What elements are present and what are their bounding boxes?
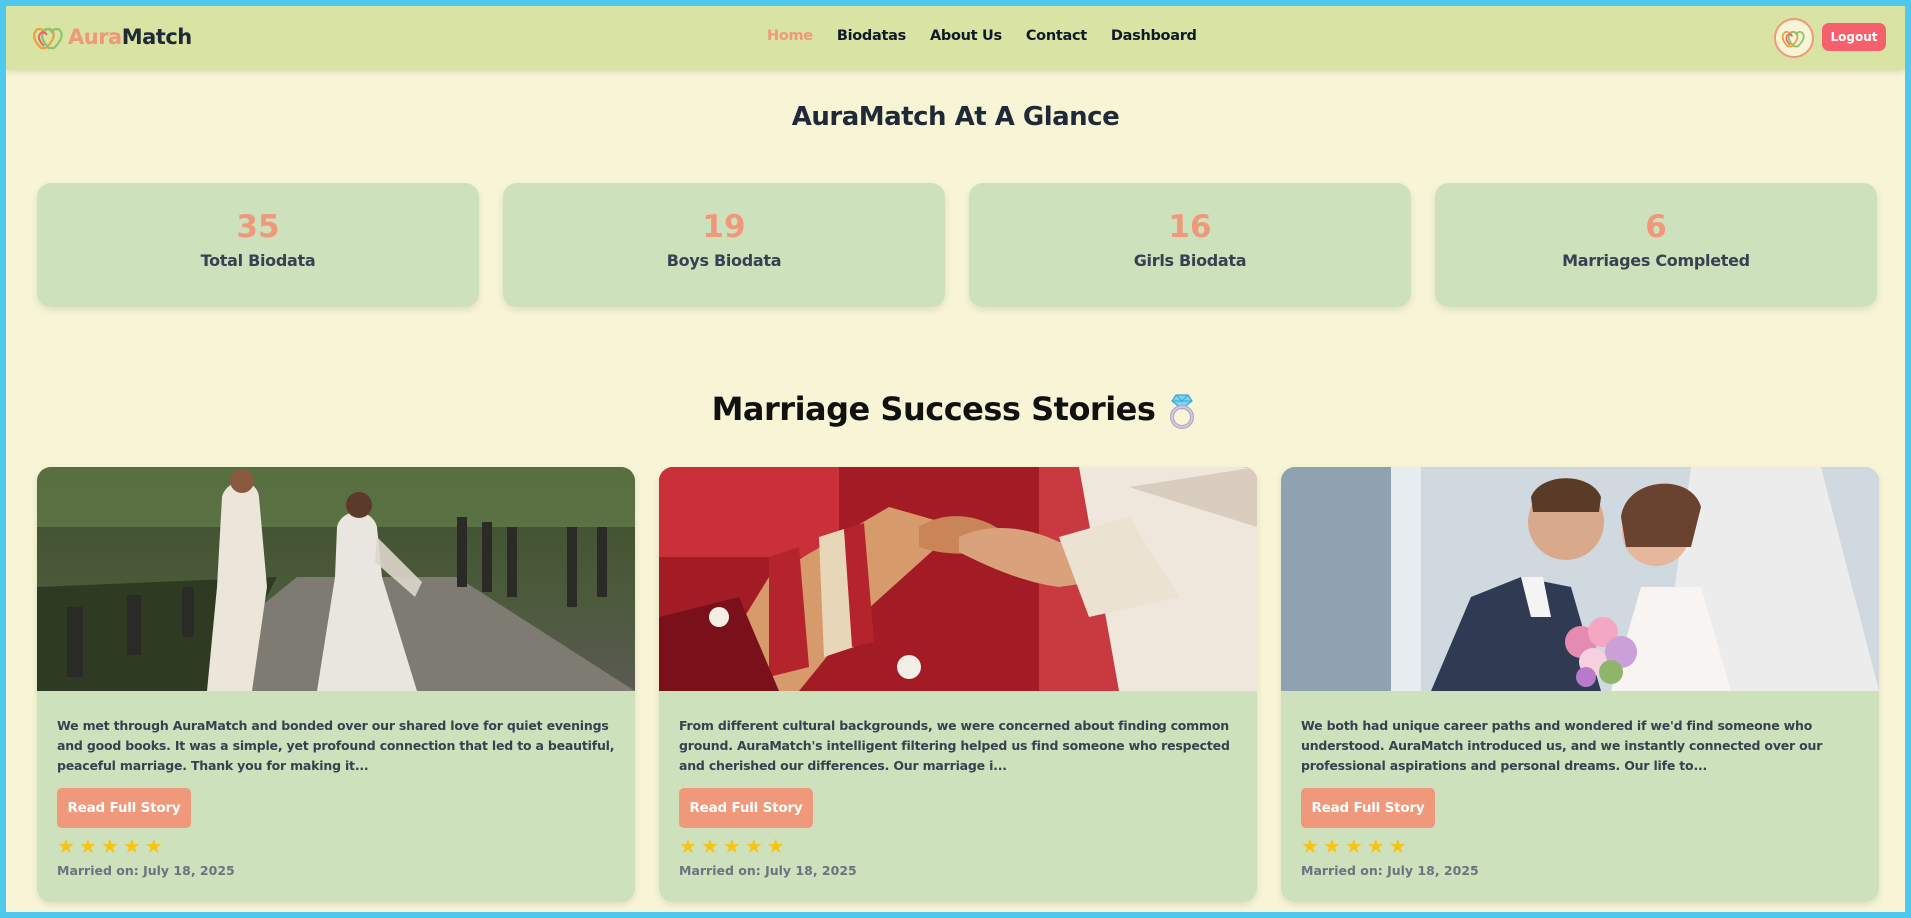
story-card: From different cultural backgrounds, we … [659, 467, 1257, 902]
star-icon: ★ [1344, 834, 1363, 858]
star-icon: ★ [122, 834, 141, 858]
star-icon: ★ [1301, 834, 1319, 858]
stat-label: Boys Biodata [666, 251, 782, 270]
stat-label: Total Biodata [200, 251, 316, 270]
glance-title: AuraMatch At A Glance [791, 102, 1120, 132]
story-card: We met through AuraMatch and bonded over… [37, 467, 635, 902]
brand-name: AuraMatch [68, 25, 192, 49]
stat-card-total: 35 Total Biodata [37, 183, 479, 307]
rating-stars: ★ ★ ★ ★ ★ [57, 836, 163, 856]
star-icon: ★ [57, 834, 75, 858]
stat-card-boys: 19 Boys Biodata [503, 183, 945, 307]
story-photo-wedding-hands [659, 467, 1257, 691]
star-icon: ★ [1366, 834, 1385, 858]
story-card: We both had unique career paths and wond… [1281, 467, 1879, 902]
stat-value: 35 [236, 209, 280, 245]
hearts-avatar-icon [1781, 30, 1805, 48]
stat-label: Girls Biodata [1133, 251, 1247, 270]
stat-label: Marriages Completed [1562, 251, 1750, 270]
brand-name-part1: Aura [68, 25, 122, 49]
hearts-logo-icon [33, 27, 63, 50]
stories-row: We met through AuraMatch and bonded over… [37, 467, 1879, 902]
nav-home[interactable]: Home [767, 28, 813, 44]
read-full-story-button[interactable]: Read Full Story [1301, 788, 1435, 828]
brand-logo[interactable]: AuraMatch [32, 22, 192, 52]
ring-icon [1170, 394, 1195, 429]
married-date: Married on: July 18, 2025 [1301, 863, 1479, 878]
star-icon: ★ [1388, 834, 1407, 858]
story-excerpt: We met through AuraMatch and bonded over… [57, 718, 615, 773]
story-photo-bride-groom [1281, 467, 1879, 691]
star-icon: ★ [744, 834, 763, 858]
married-date: Married on: July 18, 2025 [679, 863, 857, 878]
logout-button[interactable]: Logout [1822, 23, 1886, 51]
stat-value: 6 [1645, 209, 1667, 245]
story-excerpt: From different cultural backgrounds, we … [679, 718, 1230, 773]
star-icon: ★ [78, 834, 97, 858]
page-frame: AuraMatch Home Biodatas About Us Contact… [6, 6, 1905, 912]
stories-title: Marriage Success Stories [6, 390, 1905, 430]
stat-value: 19 [702, 209, 746, 245]
nav-biodatas[interactable]: Biodatas [837, 28, 906, 44]
main-nav: Home Biodatas About Us Contact Dashboard [767, 28, 1221, 44]
star-icon: ★ [766, 834, 785, 858]
star-icon: ★ [100, 834, 119, 858]
user-avatar[interactable] [1774, 18, 1814, 58]
story-excerpt: We both had unique career paths and wond… [1301, 718, 1823, 773]
star-icon: ★ [1322, 834, 1341, 858]
stories-title-text: Marriage Success Stories [711, 390, 1156, 428]
read-full-story-button[interactable]: Read Full Story [679, 788, 813, 828]
nav-about-us[interactable]: About Us [930, 28, 1002, 44]
stat-card-girls: 16 Girls Biodata [969, 183, 1411, 307]
star-icon: ★ [144, 834, 163, 858]
stat-value: 16 [1168, 209, 1212, 245]
read-full-story-button[interactable]: Read Full Story [57, 788, 191, 828]
stats-row: 35 Total Biodata 19 Boys Biodata 16 Girl… [37, 183, 1877, 307]
story-photo-couple-walking [37, 467, 635, 691]
nav-contact[interactable]: Contact [1026, 28, 1087, 44]
star-icon: ★ [700, 834, 719, 858]
star-icon: ★ [679, 834, 697, 858]
star-icon: ★ [722, 834, 741, 858]
navbar: AuraMatch Home Biodatas About Us Contact… [6, 6, 1905, 70]
rating-stars: ★ ★ ★ ★ ★ [1301, 836, 1407, 856]
rating-stars: ★ ★ ★ ★ ★ [679, 836, 785, 856]
married-date: Married on: July 18, 2025 [57, 863, 235, 878]
stat-card-marriages: 6 Marriages Completed [1435, 183, 1877, 307]
nav-dashboard[interactable]: Dashboard [1111, 28, 1197, 44]
brand-name-part2: Match [121, 25, 193, 49]
